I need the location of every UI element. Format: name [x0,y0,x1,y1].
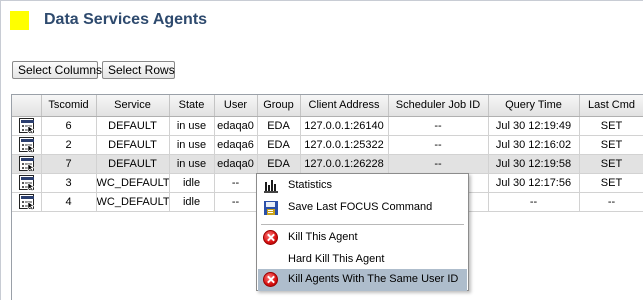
menu-item-label: Statistics [288,179,333,191]
table-cell: Jul 30 12:19:58 [488,154,580,174]
table-cell: idle [169,173,215,193]
column-header[interactable]: Group [257,95,301,117]
table-cell: WC_DEFAULT [96,173,170,193]
page-title: Data Services Agents [44,11,208,28]
table-cell: 127.0.0.1:26140 [300,116,389,136]
table-cell: DEFAULT [96,135,170,155]
column-header[interactable]: Tscomid [41,95,97,117]
table-cell: EDA [257,154,301,174]
table-cell: -- [388,116,489,136]
row-icon-cell[interactable] [12,116,42,136]
menu-item-kill-this-agent[interactable]: Kill This Agent [258,227,467,249]
table-cell: 127.0.0.1:26228 [300,154,389,174]
table-cell: Jul 30 12:17:56 [488,173,580,193]
table-cell: EDA [257,116,301,136]
menu-separator [261,224,464,225]
column-header[interactable]: Service [96,95,170,117]
select-rows-button[interactable]: Select Rows [102,61,175,79]
table-cell: -- [388,154,489,174]
agent-detail-icon[interactable] [18,175,35,191]
table-cell: -- [388,135,489,155]
select-columns-button[interactable]: Select Columns [12,61,102,79]
agent-detail-icon[interactable] [18,156,35,172]
table-cell: SET [579,135,643,155]
column-header-icon [12,95,42,117]
row-icon-cell[interactable] [12,173,42,193]
table-cell: DEFAULT [96,116,170,136]
table-cell: EDA [257,135,301,155]
table-cell: WC_DEFAULT [96,192,170,212]
table-row[interactable]: 6 DEFAULT in use edaqa0 EDA 127.0.0.1:26140 --… [12,116,643,136]
table-cell: SET [579,173,643,193]
column-header[interactable]: State [169,95,215,117]
agent-detail-icon[interactable] [18,137,35,153]
table-row[interactable]: 7 DEFAULT in use edaqa0 EDA 127.0.0.1:26228 --… [12,154,643,174]
table-cell: 2 [41,135,97,155]
row-icon-cell[interactable] [12,135,42,155]
kill-stop-icon [263,272,278,287]
table-cell: -- [214,173,258,193]
agent-detail-icon[interactable] [18,194,35,210]
table-cell: SET [579,154,643,174]
table-cell: 7 [41,154,97,174]
table-cell: -- [488,192,580,212]
table-cell: in use [169,116,215,136]
table-cell: edaqa6 [214,135,258,155]
table-cell: edaqa0 [214,116,258,136]
table-row[interactable]: 2 DEFAULT in use edaqa6 EDA 127.0.0.1:25322 --… [12,135,643,155]
menu-item-hard-kill-this-agent[interactable]: Hard Kill This Agent [258,249,467,271]
table-cell: DEFAULT [96,154,170,174]
table-cell: -- [214,192,258,212]
table-cell: Jul 30 12:16:02 [488,135,580,155]
table-cell: in use [169,135,215,155]
save-disk-icon [263,200,279,216]
table-cell: in use [169,154,215,174]
table-cell: idle [169,192,215,212]
menu-item-statistics[interactable]: Statistics [258,175,467,197]
agent-detail-icon[interactable] [18,118,35,134]
table-cell: 6 [41,116,97,136]
column-header[interactable]: Scheduler Job ID [388,95,489,117]
logo-square [10,11,29,30]
kill-stop-icon [263,230,278,245]
column-header[interactable]: User [214,95,258,117]
row-icon-cell[interactable] [12,192,42,212]
menu-item-label: Save Last FOCUS Command [288,201,433,213]
table-header-row: Tscomid Service State User Group Client … [12,95,643,117]
column-header[interactable]: Last Cmd [579,95,643,117]
table-cell: SET [579,116,643,136]
statistics-chart-icon [263,178,279,194]
table-cell: Jul 30 12:19:49 [488,116,580,136]
context-menu: Statistics Save Last FOCUS Command Kill … [256,173,469,291]
table-cell: -- [579,192,643,212]
table-cell: 4 [41,192,97,212]
menu-item-save-last-focus-command[interactable]: Save Last FOCUS Command [258,197,467,219]
row-icon-cell[interactable] [12,154,42,174]
menu-item-label: Kill Agents With The Same User ID [288,273,459,285]
menu-item-label: Hard Kill This Agent [288,253,385,265]
table-cell: edaqa0 [214,154,258,174]
table-cell: 3 [41,173,97,193]
table-cell: 127.0.0.1:25322 [300,135,389,155]
column-header[interactable]: Client Address [300,95,389,117]
menu-item-label: Kill This Agent [288,231,358,243]
column-header[interactable]: Query Time [488,95,580,117]
menu-item-kill-agents-same-user-id[interactable]: Kill Agents With The Same User ID [258,269,467,291]
